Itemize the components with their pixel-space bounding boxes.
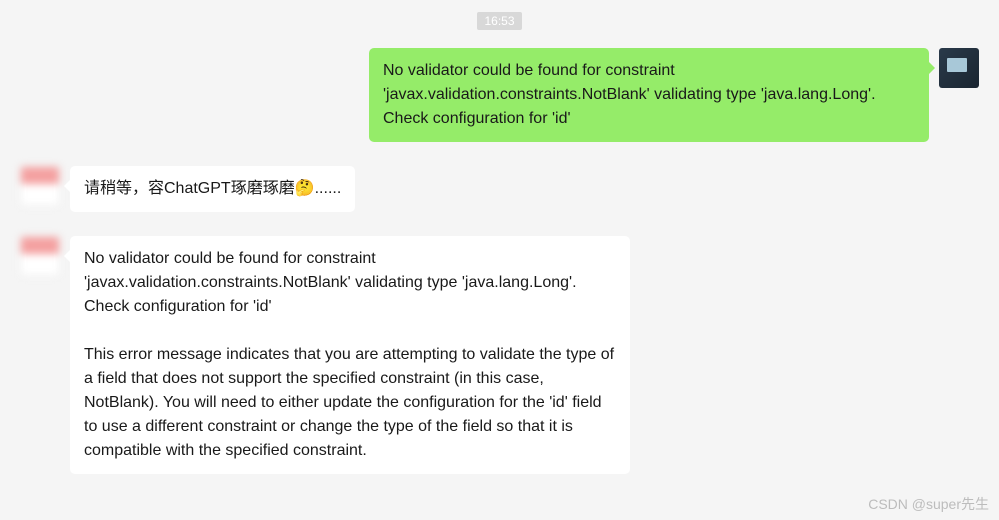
timestamp-badge: 16:53: [477, 12, 521, 30]
message-text-part2: This error message indicates that you ar…: [84, 346, 614, 459]
message-row-received: 请稍等，容ChatGPT琢磨琢磨🤔......: [20, 166, 979, 212]
timestamp-row: 16:53: [20, 12, 979, 30]
message-row-sent: No validator could be found for constrai…: [20, 48, 979, 142]
message-text-part1: No validator could be found for constrai…: [84, 250, 577, 315]
avatar-other[interactable]: [20, 236, 60, 276]
avatar-other[interactable]: [20, 166, 60, 206]
message-text: 请稍等，容ChatGPT琢磨琢磨🤔......: [84, 180, 341, 197]
sent-message-bubble[interactable]: No validator could be found for constrai…: [369, 48, 929, 142]
received-message-bubble[interactable]: 请稍等，容ChatGPT琢磨琢磨🤔......: [70, 166, 355, 212]
avatar-self[interactable]: [939, 48, 979, 88]
message-text: No validator could be found for constrai…: [383, 62, 876, 127]
chat-panel: 16:53 No validator could be found for co…: [0, 0, 999, 520]
received-message-bubble[interactable]: No validator could be found for constrai…: [70, 236, 630, 474]
message-row-received: No validator could be found for constrai…: [20, 236, 979, 474]
